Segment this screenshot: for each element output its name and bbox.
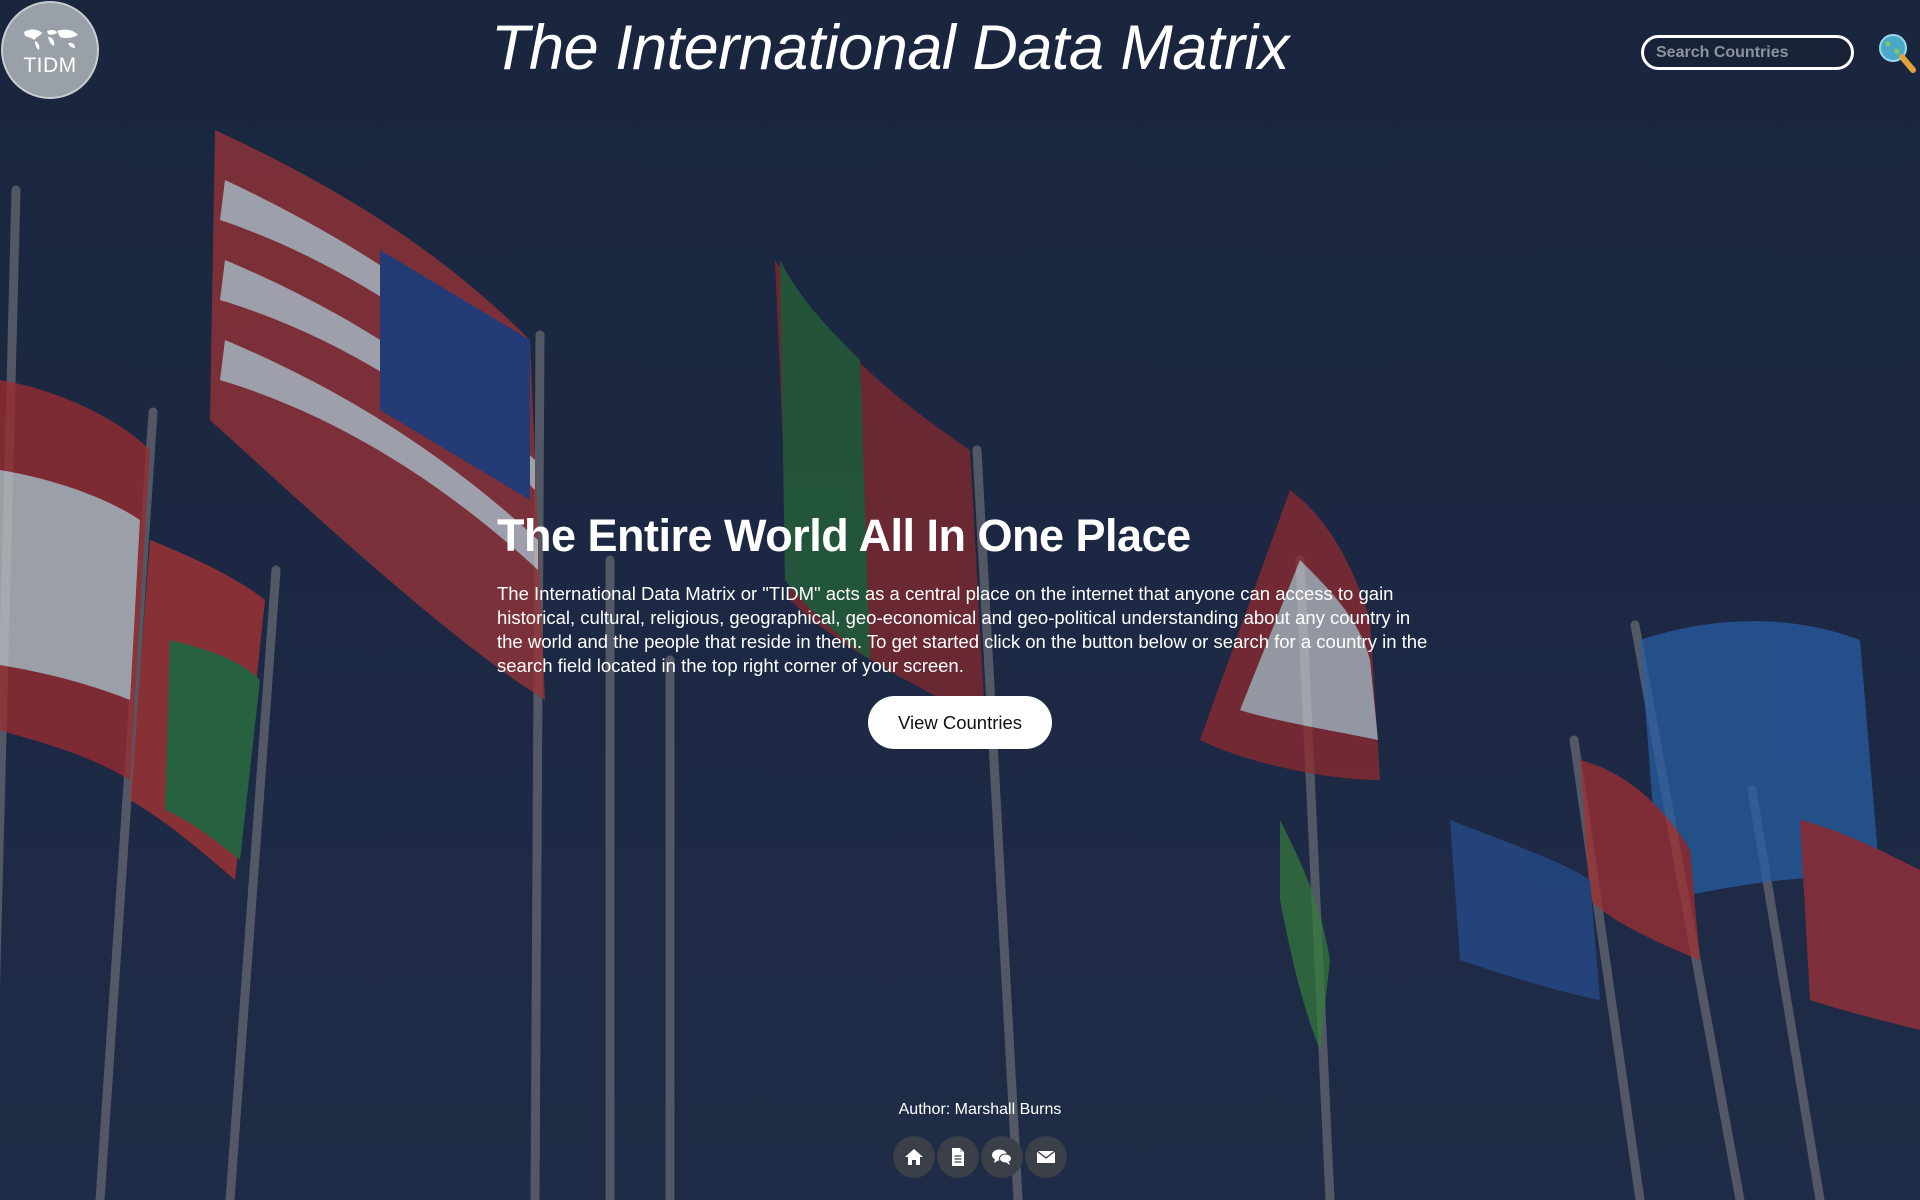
home-icon <box>905 1149 923 1165</box>
author-credit: Author: Marshall Burns <box>898 1101 1062 1118</box>
mail-button[interactable] <box>1025 1136 1067 1178</box>
search-button[interactable] <box>1876 32 1916 76</box>
chat-button[interactable] <box>981 1136 1023 1178</box>
page: TIDM The International Data Matrix The E… <box>0 0 1920 1200</box>
hero-description: The International Data Matrix or "TIDM" … <box>497 583 1428 676</box>
home-button[interactable] <box>893 1136 935 1178</box>
site-title: The International Data Matrix <box>491 13 1289 83</box>
footer-icon-bar <box>893 1136 1067 1178</box>
view-countries-button[interactable]: View Countries <box>868 696 1052 749</box>
hero-section: The Entire World All In One Place The In… <box>497 510 1432 678</box>
document-icon <box>952 1148 964 1166</box>
hero-heading: The Entire World All In One Place <box>497 510 1191 561</box>
mail-icon <box>1036 1150 1056 1163</box>
magnifier-globe-icon <box>1879 34 1916 73</box>
chat-icon <box>992 1149 1012 1165</box>
document-button[interactable] <box>937 1136 979 1178</box>
search-input[interactable] <box>1641 35 1854 70</box>
